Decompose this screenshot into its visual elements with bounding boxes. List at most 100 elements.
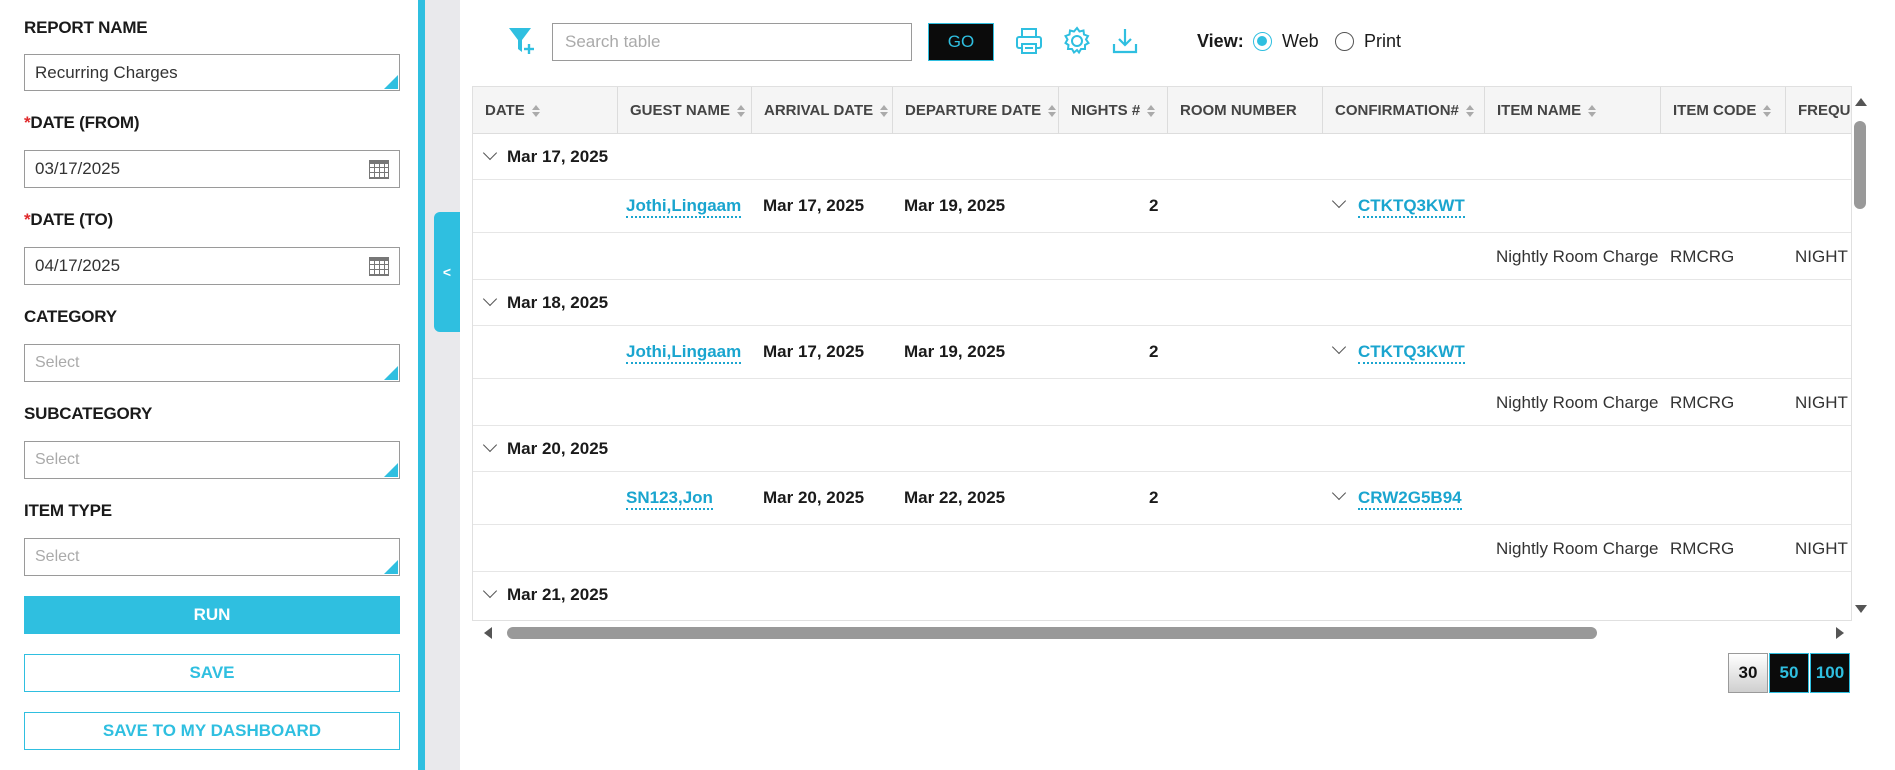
column-label: DATE xyxy=(485,102,525,119)
nights-count: 2 xyxy=(1149,488,1159,507)
item-name: Nightly Room Charge xyxy=(1496,247,1659,266)
view-label: View: xyxy=(1197,31,1244,51)
collapse-panel-button[interactable]: < xyxy=(434,212,460,332)
view-print-radio[interactable] xyxy=(1335,32,1354,51)
date-group-row[interactable]: Mar 18, 2025 xyxy=(473,280,1851,326)
date-to-value: 04/17/2025 xyxy=(35,256,121,275)
page-size-100-button[interactable]: 100 xyxy=(1810,653,1850,693)
vertical-scrollbar[interactable] xyxy=(1852,86,1868,621)
item-type-placeholder: Select xyxy=(35,548,80,565)
date-group-row[interactable]: Mar 21, 2025 xyxy=(473,572,1851,618)
column-header-arrival-date[interactable]: ARRIVAL DATE xyxy=(752,87,893,134)
departure-date: Mar 22, 2025 xyxy=(904,488,1006,507)
search-input[interactable] xyxy=(552,23,912,61)
guest-name-link[interactable]: SN123,Jon xyxy=(626,488,713,510)
item-code: RMCRG xyxy=(1670,393,1735,412)
filter-panel: REPORT NAME Recurring Charges *DATE (FRO… xyxy=(0,0,418,770)
view-print-label: Print xyxy=(1364,31,1402,51)
page-size-30-button[interactable]: 30 xyxy=(1728,653,1768,693)
report-table: DATE GUEST NAME ARRIVAL DATE DEPARTURE D… xyxy=(472,86,1852,621)
scroll-thumb[interactable] xyxy=(1854,121,1866,209)
gear-icon[interactable] xyxy=(1060,24,1094,58)
calendar-icon[interactable] xyxy=(369,160,389,179)
item-code: RMCRG xyxy=(1670,247,1735,266)
item-name: Nightly Room Charge xyxy=(1496,539,1659,558)
save-to-dashboard-button[interactable]: SAVE TO MY DASHBOARD xyxy=(24,712,400,750)
panel-gutter xyxy=(425,0,460,770)
date-to-field[interactable]: 04/17/2025 xyxy=(24,247,400,285)
subcategory-select[interactable]: Select xyxy=(24,441,400,479)
guest-name-link[interactable]: Jothi,Lingaam xyxy=(626,342,742,364)
column-header-departure-date[interactable]: DEPARTURE DATE xyxy=(893,87,1059,134)
scroll-right-icon[interactable] xyxy=(1836,627,1844,639)
save-button[interactable]: SAVE xyxy=(24,654,400,692)
table-row: Jothi,Lingaam Mar 17, 2025 Mar 19, 2025 … xyxy=(473,180,1851,233)
category-label: CATEGORY xyxy=(24,307,117,326)
print-icon[interactable] xyxy=(1012,24,1046,58)
column-header-item-code[interactable]: ITEM CODE xyxy=(1661,87,1786,134)
download-icon[interactable] xyxy=(1108,24,1142,58)
column-label: NIGHTS # xyxy=(1071,102,1141,119)
horizontal-scrollbar[interactable] xyxy=(472,622,1852,644)
confirmation-link[interactable]: CTKTQ3KWT xyxy=(1358,342,1465,364)
table-row: Nightly Room Charge RMCRG NIGHT xyxy=(473,379,1851,426)
group-date: Mar 18, 2025 xyxy=(507,293,609,312)
column-header-confirmation[interactable]: CONFIRMATION# xyxy=(1323,87,1485,134)
collapse-chevron-icon: < xyxy=(442,264,452,280)
chevron-down-icon[interactable] xyxy=(482,583,498,599)
run-button[interactable]: RUN xyxy=(24,596,400,634)
view-web-label: Web xyxy=(1282,31,1319,51)
departure-date: Mar 19, 2025 xyxy=(904,342,1006,361)
calendar-icon[interactable] xyxy=(369,257,389,276)
item-type-select[interactable]: Select xyxy=(24,538,400,576)
arrival-date: Mar 20, 2025 xyxy=(763,488,865,507)
chevron-down-icon[interactable] xyxy=(482,291,498,307)
item-type-label: ITEM TYPE xyxy=(24,501,112,520)
group-date: Mar 20, 2025 xyxy=(507,439,609,458)
frequency: NIGHT xyxy=(1795,393,1848,412)
go-button[interactable]: GO xyxy=(928,23,994,61)
report-name-field[interactable]: Recurring Charges xyxy=(24,54,400,91)
arrival-date: Mar 17, 2025 xyxy=(763,342,865,361)
sort-icon xyxy=(737,104,746,118)
chevron-down-icon[interactable] xyxy=(1331,339,1347,355)
dropdown-corner-icon xyxy=(384,560,398,574)
column-header-nights[interactable]: NIGHTS # xyxy=(1059,87,1168,134)
dropdown-corner-icon xyxy=(384,366,398,380)
date-group-row[interactable]: Mar 20, 2025 xyxy=(473,426,1851,472)
column-label: ITEM CODE xyxy=(1673,102,1757,119)
column-header-frequency[interactable]: FREQUI xyxy=(1786,87,1851,134)
subcategory-placeholder: Select xyxy=(35,451,80,468)
report-app: REPORT NAME Recurring Charges *DATE (FRO… xyxy=(0,0,1895,770)
filter-add-icon[interactable] xyxy=(505,24,539,58)
scroll-thumb[interactable] xyxy=(507,627,1597,639)
confirmation-link[interactable]: CRW2G5B94 xyxy=(1358,488,1462,510)
scroll-down-icon[interactable] xyxy=(1855,605,1867,613)
subcategory-label: SUBCATEGORY xyxy=(24,404,153,423)
date-from-label-text: DATE (FROM) xyxy=(30,113,140,132)
date-group-row[interactable]: Mar 17, 2025 xyxy=(473,134,1851,180)
column-header-item-name[interactable]: ITEM NAME xyxy=(1485,87,1661,134)
date-to-label: *DATE (TO) xyxy=(24,210,113,230)
report-name-value: Recurring Charges xyxy=(35,62,178,82)
date-from-label: *DATE (FROM) xyxy=(24,113,140,133)
date-from-field[interactable]: 03/17/2025 xyxy=(24,150,400,188)
confirmation-link[interactable]: CTKTQ3KWT xyxy=(1358,196,1465,218)
chevron-down-icon[interactable] xyxy=(482,437,498,453)
scroll-left-icon[interactable] xyxy=(484,627,492,639)
page-size-50-button[interactable]: 50 xyxy=(1769,653,1809,693)
column-header-date[interactable]: DATE xyxy=(473,87,618,134)
view-web-radio[interactable] xyxy=(1253,32,1272,51)
chevron-down-icon[interactable] xyxy=(1331,485,1347,501)
column-label: CONFIRMATION# xyxy=(1335,102,1459,119)
group-date: Mar 17, 2025 xyxy=(507,147,609,166)
chevron-down-icon[interactable] xyxy=(1331,193,1347,209)
resize-corner-icon xyxy=(384,75,398,89)
scroll-up-icon[interactable] xyxy=(1855,98,1867,106)
column-header-room-number[interactable]: ROOM NUMBER xyxy=(1168,87,1323,134)
chevron-down-icon[interactable] xyxy=(482,145,498,161)
guest-name-link[interactable]: Jothi,Lingaam xyxy=(626,196,742,218)
column-label: ITEM NAME xyxy=(1497,102,1582,119)
category-select[interactable]: Select xyxy=(24,344,400,382)
column-header-guest-name[interactable]: GUEST NAME xyxy=(618,87,752,134)
